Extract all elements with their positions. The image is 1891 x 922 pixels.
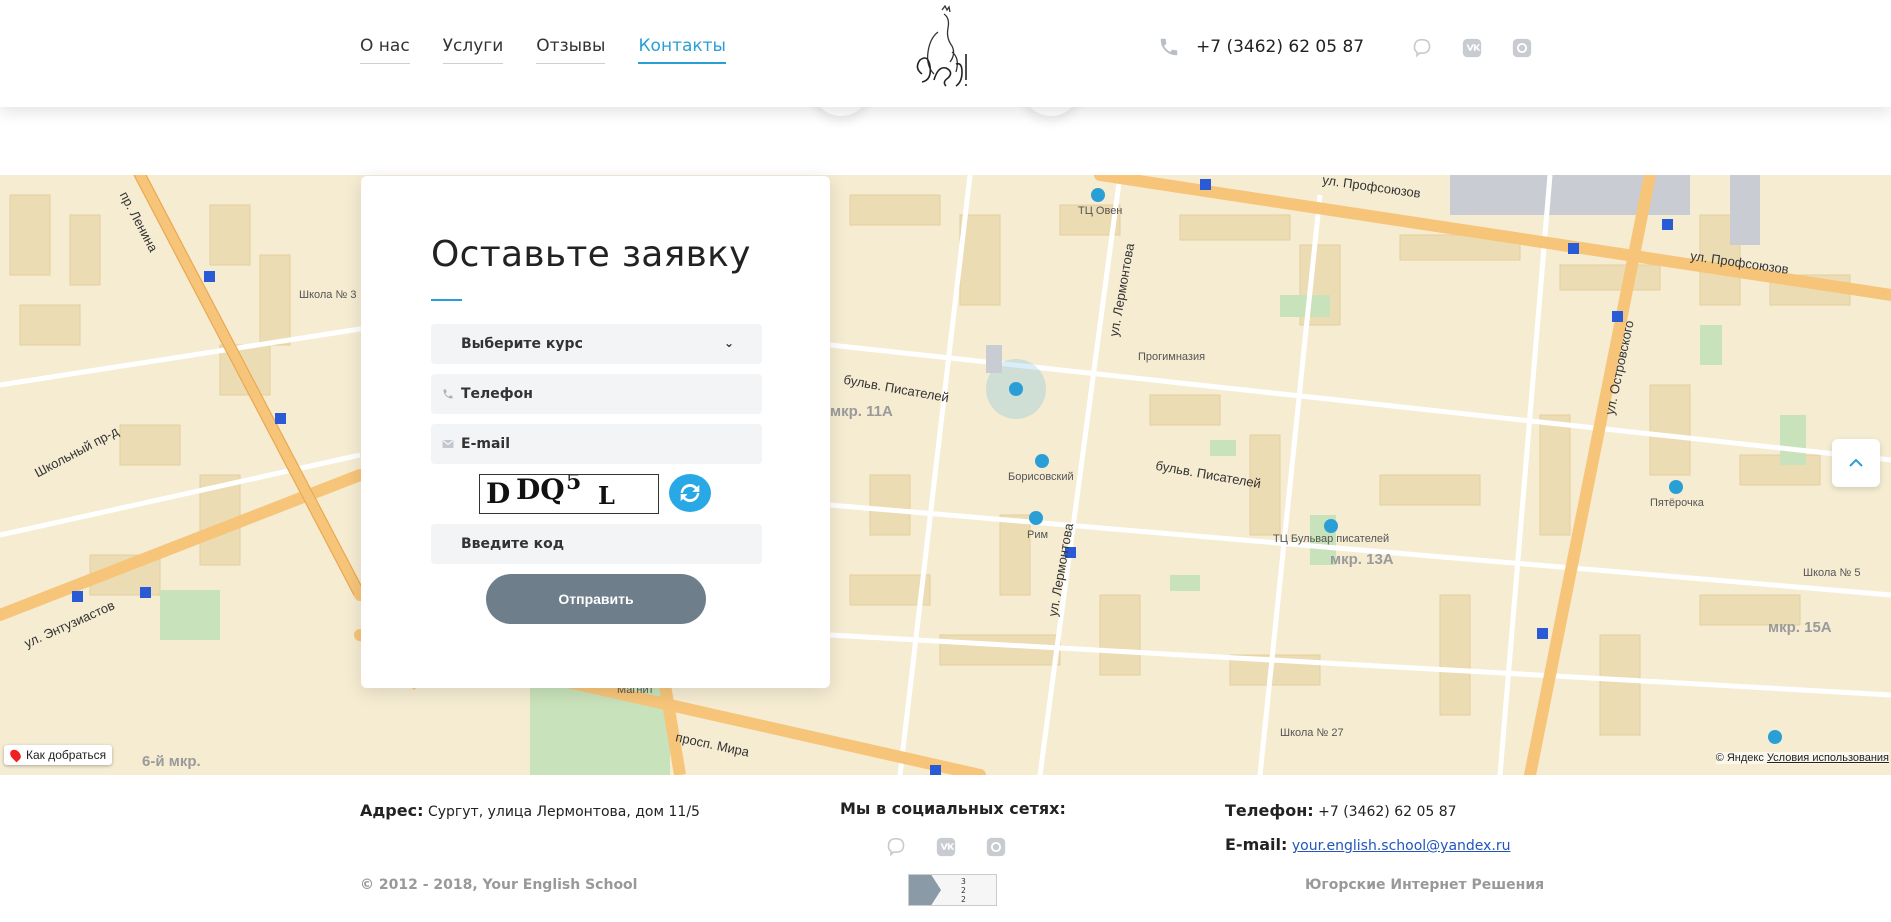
viber-icon[interactable]: [884, 835, 908, 859]
map-poi-tc-bulvar: ТЦ Бульвар писателей: [1273, 533, 1390, 545]
header-social: [1410, 36, 1534, 60]
email-label: E-mail:: [1225, 835, 1288, 854]
address-label: Адрес:: [360, 801, 424, 820]
header-phone-number: +7 (3462) 62 05 87: [1196, 37, 1365, 57]
nav-services[interactable]: Услуги: [442, 36, 504, 64]
map-poi-school27: Школа № 27: [1280, 727, 1344, 739]
map-label-mkr6: 6-й мкр.: [142, 753, 201, 770]
map-copyright-text: © Яндекс: [1715, 752, 1764, 764]
visit-counter-badge[interactable]: 3 2 2: [908, 874, 997, 906]
captcha-code-placeholder: Введите код: [461, 536, 565, 552]
map-poi-borisovsky: Борисовский: [1008, 471, 1074, 483]
viber-icon[interactable]: [1410, 36, 1434, 60]
map-terms-link[interactable]: Условия использования: [1767, 752, 1889, 764]
footer-email: E-mail: your.english.school@yandex.ru: [1225, 835, 1511, 854]
title-underline: [431, 299, 462, 301]
address-value: Сургут, улица Лермонтова, дом 11/5: [427, 804, 700, 820]
nav-about[interactable]: О нас: [360, 36, 410, 64]
email-link[interactable]: your.english.school@yandex.ru: [1292, 838, 1511, 854]
instagram-icon[interactable]: [1510, 36, 1534, 60]
nav-reviews[interactable]: Отзывы: [536, 36, 606, 64]
footer-phone: Телефон: +7 (3462) 62 05 87: [1225, 801, 1457, 820]
main-nav: О нас Услуги Отзывы Контакты: [360, 36, 726, 64]
route-button[interactable]: Как добраться: [4, 745, 113, 765]
map-label-mkr13a: мкр. 13А: [1330, 551, 1394, 568]
counter-values: 3 2 2: [961, 877, 966, 904]
phone-input[interactable]: Телефон: [431, 374, 762, 414]
form-title: Оставьте заявку: [431, 234, 751, 275]
vk-icon[interactable]: [1460, 36, 1484, 60]
footer-address: Адрес: Сургут, улица Лермонтова, дом 11/…: [360, 801, 700, 820]
email-input[interactable]: E-mail: [431, 424, 762, 464]
phone-label: Телефон:: [1225, 801, 1314, 820]
mail-icon: [441, 437, 455, 451]
vk-icon[interactable]: [934, 835, 958, 859]
request-form: Оставьте заявку Выберите курс ⌄ Телефон …: [361, 176, 830, 688]
map-poi-school3: Школа № 3: [299, 289, 357, 301]
phone-value[interactable]: +7 (3462) 62 05 87: [1318, 804, 1456, 820]
social-title: Мы в социальных сетях:: [840, 799, 1066, 818]
footer-social: [884, 835, 1008, 859]
map-poi-tc-oven: ТЦ Овен: [1078, 205, 1123, 217]
header-phone[interactable]: +7 (3462) 62 05 87: [1158, 36, 1364, 58]
route-button-label: Как добраться: [26, 748, 107, 762]
counter-logo-icon: [909, 875, 941, 905]
map-canvas[interactable]: [0, 175, 1891, 775]
phone-icon: [1160, 38, 1178, 56]
site-header: О нас Услуги Отзывы Контакты +7 (3462) 6…: [0, 0, 1891, 107]
captcha-code-input[interactable]: Введите код: [431, 524, 762, 564]
map-poi-pyaterochka: Пятёрочка: [1650, 497, 1704, 509]
course-select-value: Выберите курс: [461, 336, 583, 352]
submit-button[interactable]: Отправить: [486, 574, 706, 624]
instagram-icon[interactable]: [984, 835, 1008, 859]
captcha-image: D DQ 5 L: [479, 474, 659, 514]
logo[interactable]: [908, 4, 980, 90]
course-select[interactable]: Выберите курс ⌄: [431, 324, 762, 364]
refresh-icon: [680, 484, 700, 502]
chevron-down-icon: ⌄: [723, 336, 734, 350]
developer-link[interactable]: Югорские Интернет Решения: [1305, 877, 1544, 893]
phone-placeholder: Телефон: [461, 386, 533, 402]
map-poi-progimnaziya: Прогимназия: [1138, 351, 1206, 363]
map-label-mkr11a: мкр. 11А: [830, 403, 893, 420]
map-label-mkr15a: мкр. 15А: [1768, 619, 1832, 636]
footer-copyright: © 2012 - 2018, Your English School: [360, 877, 638, 893]
phone-icon: [441, 387, 455, 401]
chevron-up-icon: [1849, 458, 1863, 467]
site-footer: Адрес: Сургут, улица Лермонтова, дом 11/…: [0, 775, 1891, 922]
map-poi-school5: Школа № 5: [1803, 567, 1861, 579]
map-poi-rim: Рим: [1027, 529, 1049, 541]
nav-contacts[interactable]: Контакты: [638, 36, 726, 64]
email-placeholder: E-mail: [461, 436, 511, 452]
scroll-top-button[interactable]: [1832, 439, 1880, 487]
map-copyright: © Яндекс Условия использования: [1715, 752, 1889, 764]
logo-statue-icon: [916, 4, 967, 87]
map-pin-icon: [8, 747, 23, 763]
yandex-map[interactable]: пр. Ленина ул. Профсоюзов ул. Профсоюзов…: [0, 175, 1891, 775]
captcha-refresh-button[interactable]: [669, 474, 711, 512]
